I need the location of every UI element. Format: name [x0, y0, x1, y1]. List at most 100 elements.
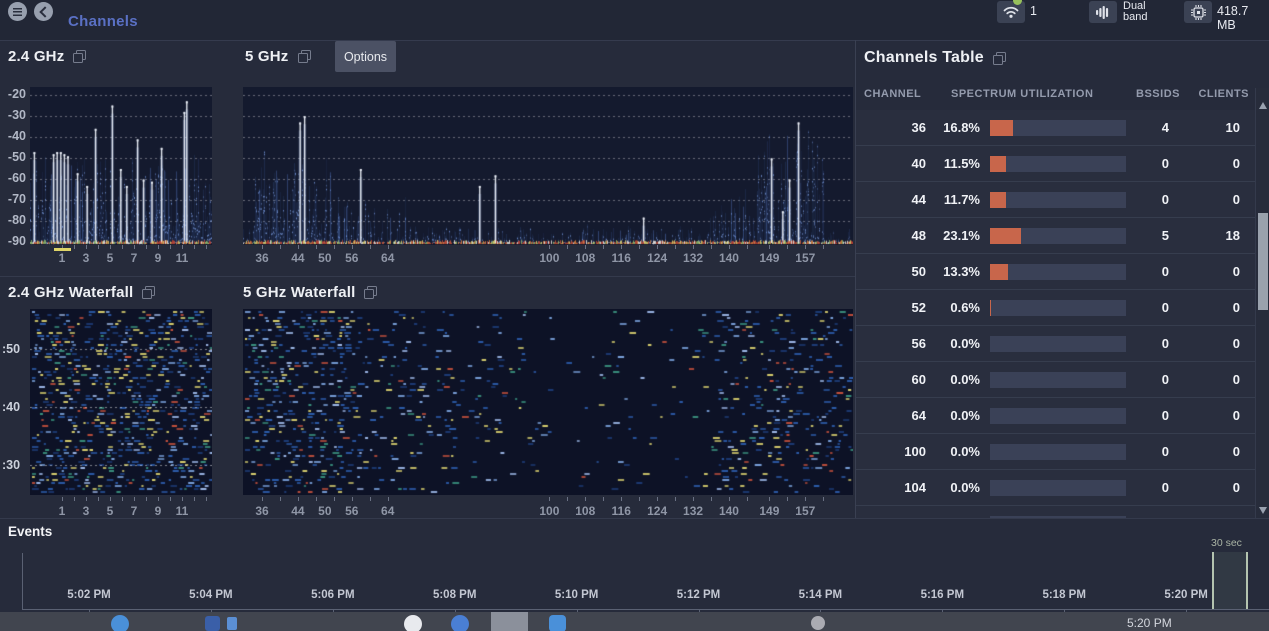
table-row[interactable]: 5013.3%00	[856, 254, 1255, 290]
x-tick-label: 149	[759, 251, 779, 265]
waterfall-time-label: :40	[2, 400, 20, 414]
wifi-status-chip[interactable]	[997, 1, 1025, 23]
table-row[interactable]: 1080.0%00	[856, 506, 1255, 518]
table-row[interactable]: 4411.7%00	[856, 182, 1255, 218]
utilization-bar-track	[990, 300, 1126, 316]
x-tick-label: 56	[345, 504, 358, 518]
x-tick-label: 7	[131, 504, 138, 518]
axis-tick	[603, 245, 604, 249]
dock-button[interactable]	[491, 612, 528, 631]
column-header-utilization[interactable]: SPECTRUM UTILIZATION	[951, 88, 1093, 100]
x-tick-label: 36	[255, 251, 268, 265]
copy-icon[interactable]	[142, 286, 155, 299]
table-row[interactable]: 1000.0%00	[856, 434, 1255, 470]
table-row[interactable]: 560.0%00	[856, 326, 1255, 362]
axis-tick	[585, 245, 586, 249]
utilization-cell: 11.7%	[926, 192, 980, 207]
spectrum-24ghz-chart	[30, 87, 212, 245]
axis-tick	[805, 497, 806, 501]
copy-icon[interactable]	[73, 50, 86, 63]
wifi-count: 1	[1030, 4, 1037, 18]
levels-icon	[1095, 5, 1111, 20]
axis-tick	[298, 245, 299, 249]
timeline-time-label: 5:10 PM	[555, 589, 598, 601]
x-tick-label: 124	[647, 504, 667, 518]
bssids-cell: 0	[1126, 336, 1169, 351]
axis-tick	[262, 497, 263, 501]
bssids-cell: 0	[1126, 444, 1169, 459]
table-row[interactable]: 600.0%00	[856, 362, 1255, 398]
menu-button[interactable]	[8, 2, 27, 21]
waterfall-24ghz-title: 2.4 GHz Waterfall	[8, 284, 133, 301]
dock-icon[interactable]	[111, 615, 129, 631]
axis-tick	[62, 497, 63, 501]
x-tick-label: 157	[795, 251, 815, 265]
x-tick-label: 50	[318, 504, 331, 518]
table-row[interactable]: 1040.0%00	[856, 470, 1255, 506]
axis-tick	[146, 497, 147, 501]
memory-chip[interactable]	[1184, 1, 1212, 23]
dock-icon[interactable]	[549, 615, 566, 631]
clients-cell: 0	[1169, 372, 1240, 387]
y-tick-label: -30	[8, 108, 26, 122]
axis-tick	[657, 245, 658, 249]
dock-icon[interactable]	[227, 617, 237, 630]
axis-tick	[805, 245, 806, 249]
scroll-up-arrow-icon[interactable]	[1259, 102, 1267, 109]
axis-tick	[352, 497, 353, 501]
table-row[interactable]: 4011.5%00	[856, 146, 1255, 182]
copy-icon[interactable]	[364, 286, 377, 299]
clients-cell: 0	[1169, 300, 1240, 315]
top-bar: Channels 1 Dual band	[0, 0, 1269, 41]
clients-cell: 0	[1169, 156, 1240, 171]
bssids-cell: 0	[1126, 372, 1169, 387]
dock-icon[interactable]	[451, 615, 469, 631]
clients-cell: 0	[1169, 192, 1240, 207]
table-row[interactable]: 4823.1%518	[856, 218, 1255, 254]
axis-tick	[74, 497, 75, 501]
table-scrollbar[interactable]	[1255, 88, 1269, 518]
utilization-bar-fill	[990, 300, 991, 316]
divider	[0, 276, 855, 277]
dock-icon[interactable]	[811, 616, 825, 630]
channels-dashboard: Channels 1 Dual band	[0, 0, 1269, 631]
axis-tick	[206, 497, 207, 501]
axis-tick	[316, 497, 317, 501]
events-title: Events	[8, 524, 52, 539]
scrollbar-thumb[interactable]	[1258, 213, 1268, 310]
x-tick-label: 132	[683, 251, 703, 265]
timeline-time-label: 5:06 PM	[311, 589, 354, 601]
axis-tick	[693, 497, 694, 501]
timeline-time-label: 5:16 PM	[921, 589, 964, 601]
dock-icon[interactable]	[404, 615, 422, 631]
axis-tick	[110, 497, 111, 501]
table-row[interactable]: 520.6%00	[856, 290, 1255, 326]
axis-tick	[370, 497, 371, 501]
channels-table-panel: Channels Table CHANNEL SPECTRUM UTILIZAT…	[856, 40, 1255, 518]
copy-icon[interactable]	[298, 50, 311, 63]
page-title: Channels	[68, 13, 138, 30]
bssids-cell: 0	[1126, 408, 1169, 423]
x-tick-label: 5	[107, 251, 114, 265]
band-chip[interactable]	[1089, 1, 1117, 23]
axis-tick	[823, 497, 824, 501]
timeline-selection-window[interactable]	[1212, 552, 1248, 609]
utilization-cell: 13.3%	[926, 264, 980, 279]
axis-tick	[134, 497, 135, 501]
scroll-down-arrow-icon[interactable]	[1259, 507, 1267, 514]
column-header-channel[interactable]: CHANNEL	[864, 88, 921, 100]
clients-cell: 0	[1169, 444, 1240, 459]
y-tick-label: -90	[8, 234, 26, 248]
dock-icon[interactable]	[205, 616, 220, 631]
column-header-bssids[interactable]: BSSIDS	[1136, 88, 1180, 100]
copy-icon[interactable]	[993, 52, 1006, 65]
table-row[interactable]: 640.0%00	[856, 398, 1255, 434]
column-header-clients[interactable]: CLIENTS	[1198, 88, 1249, 100]
axis-tick	[170, 497, 171, 501]
utilization-cell: 0.0%	[926, 372, 980, 387]
bssids-cell: 0	[1126, 156, 1169, 171]
table-row[interactable]: 3616.8%410	[856, 110, 1255, 146]
back-button[interactable]	[34, 2, 53, 21]
options-button[interactable]: Options	[335, 41, 396, 72]
timeline-time-label: 5:20 PM	[1164, 589, 1207, 601]
